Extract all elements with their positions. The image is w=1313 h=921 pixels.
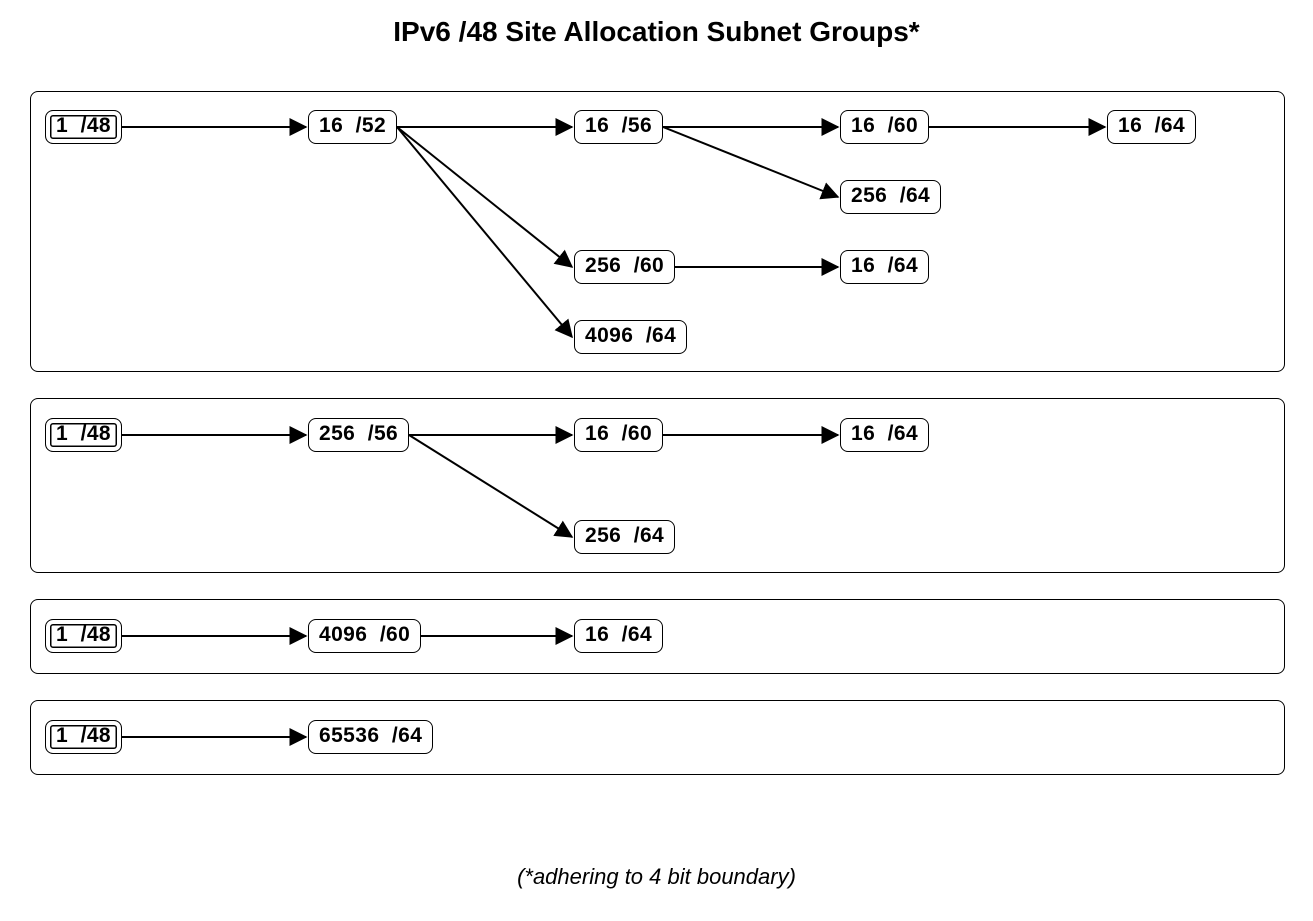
subnet-count: 256 (319, 422, 355, 445)
subnet-prefix: /56 (622, 114, 652, 137)
subnet-prefix: /48 (81, 623, 111, 646)
subnet-count: 1 (56, 724, 68, 747)
subnet-count: 16 (585, 623, 609, 646)
subnet-node: 16 /64 (574, 619, 663, 653)
subnet-node: 4096 /60 (308, 619, 421, 653)
subnet-count: 4096 (319, 623, 367, 646)
subnet-prefix: /64 (1155, 114, 1185, 137)
subnet-count: 1 (56, 623, 68, 646)
subnet-node: 256 /60 (574, 250, 675, 284)
subnet-prefix: /60 (634, 254, 664, 277)
subnet-count: 16 (585, 114, 609, 137)
subnet-node: 1 /48 (45, 619, 122, 653)
subnet-count: 16 (851, 422, 875, 445)
diagram-title: IPv6 /48 Site Allocation Subnet Groups* (0, 16, 1313, 48)
subnet-node: 256 /64 (574, 520, 675, 554)
subnet-count: 4096 (585, 324, 633, 347)
subnet-node: 16 /64 (1107, 110, 1196, 144)
subnet-node: 16 /52 (308, 110, 397, 144)
subnet-prefix: /48 (81, 422, 111, 445)
subnet-prefix: /60 (622, 422, 652, 445)
subnet-prefix: /60 (380, 623, 410, 646)
subnet-prefix: /64 (634, 524, 664, 547)
subnet-prefix: /48 (81, 724, 111, 747)
subnet-node: 256 /56 (308, 418, 409, 452)
subnet-count: 16 (585, 422, 609, 445)
subnet-prefix: /64 (622, 623, 652, 646)
subnet-prefix: /56 (368, 422, 398, 445)
subnet-node: 1 /48 (45, 720, 122, 754)
subnet-node: 16 /64 (840, 418, 929, 452)
subnet-count: 16 (851, 114, 875, 137)
subnet-node: 16 /60 (574, 418, 663, 452)
subnet-count: 1 (56, 114, 68, 137)
subnet-count: 256 (851, 184, 887, 207)
panel-4 (30, 700, 1285, 775)
subnet-node: 65536 /64 (308, 720, 433, 754)
subnet-count: 16 (1118, 114, 1142, 137)
subnet-node: 16 /64 (840, 250, 929, 284)
subnet-node: 16 /56 (574, 110, 663, 144)
subnet-prefix: /64 (888, 254, 918, 277)
subnet-node: 4096 /64 (574, 320, 687, 354)
subnet-prefix: /64 (900, 184, 930, 207)
diagram-footnote: (*adhering to 4 bit boundary) (0, 864, 1313, 890)
subnet-prefix: /64 (888, 422, 918, 445)
subnet-count: 16 (319, 114, 343, 137)
subnet-prefix: /52 (356, 114, 386, 137)
subnet-count: 16 (851, 254, 875, 277)
subnet-count: 1 (56, 422, 68, 445)
subnet-node: 16 /60 (840, 110, 929, 144)
subnet-prefix: /64 (646, 324, 676, 347)
subnet-node: 1 /48 (45, 110, 122, 144)
subnet-prefix: /64 (392, 724, 422, 747)
subnet-prefix: /48 (81, 114, 111, 137)
subnet-node: 1 /48 (45, 418, 122, 452)
subnet-count: 65536 (319, 724, 379, 747)
subnet-count: 256 (585, 254, 621, 277)
subnet-prefix: /60 (888, 114, 918, 137)
subnet-node: 256 /64 (840, 180, 941, 214)
subnet-count: 256 (585, 524, 621, 547)
